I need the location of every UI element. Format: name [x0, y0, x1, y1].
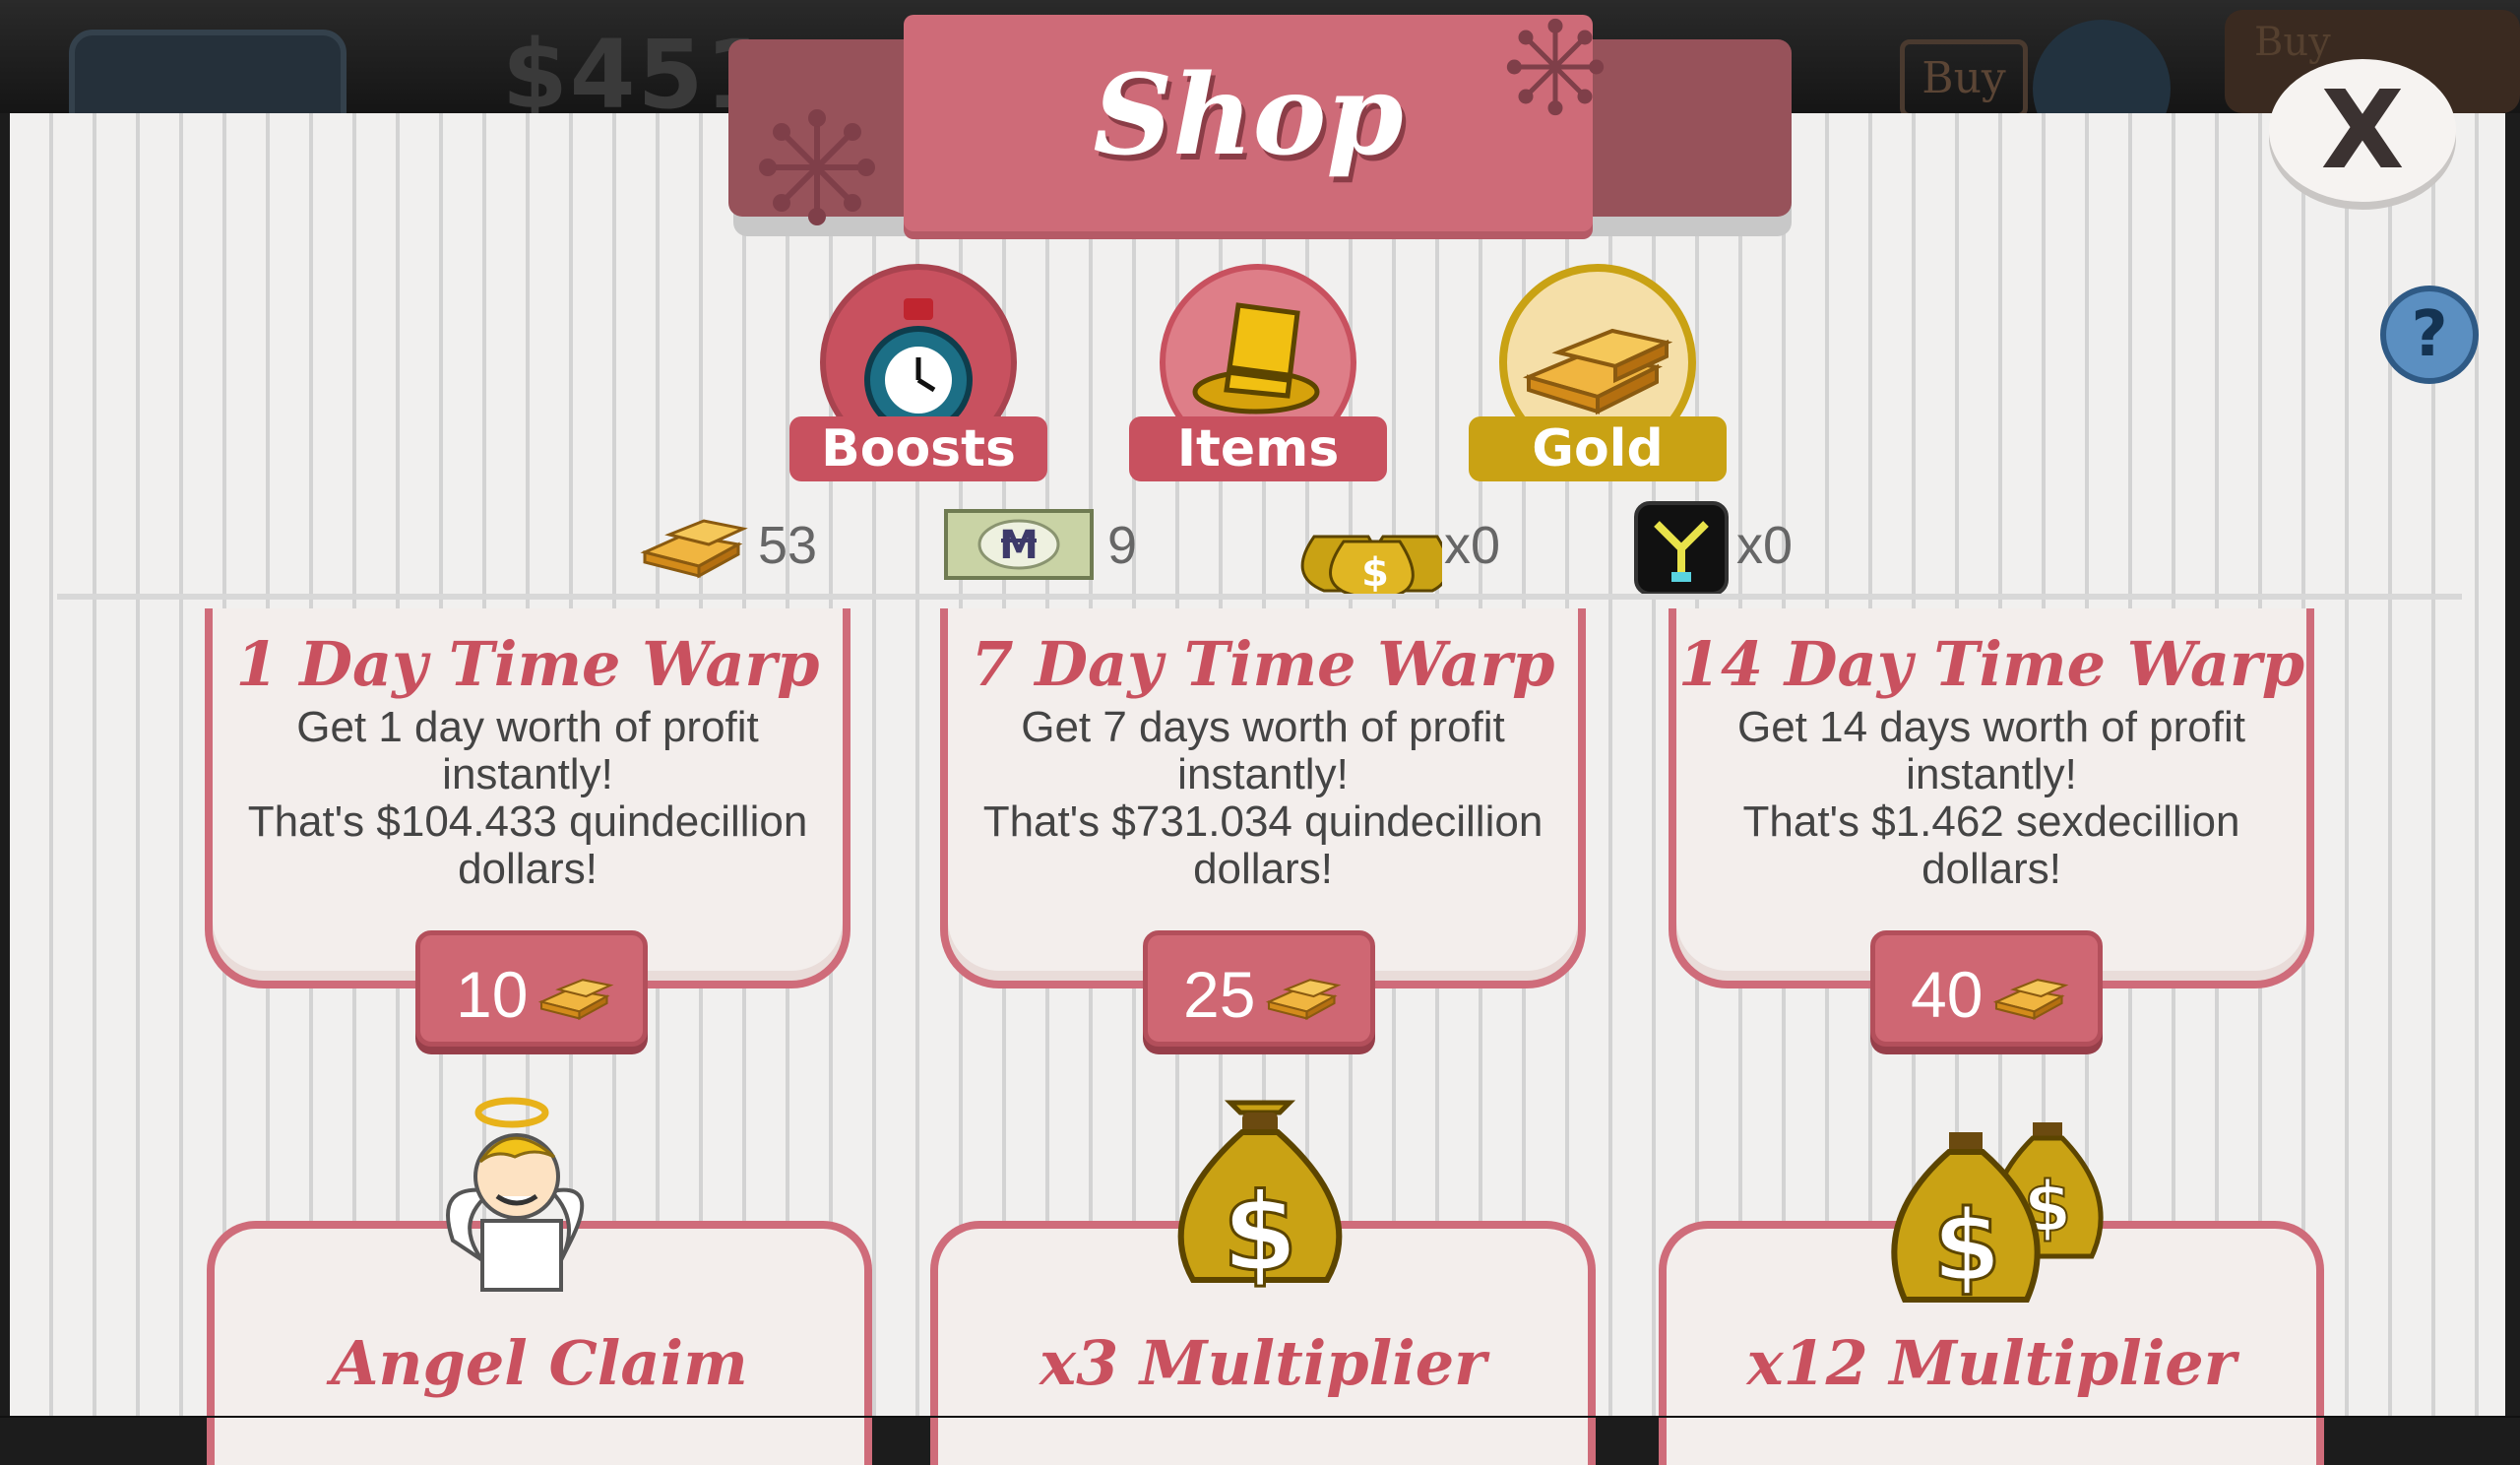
- two-money-bags-icon: $ $: [1891, 1122, 2104, 1306]
- gold-bars-icon: [640, 519, 748, 579]
- megabucks-bill-icon: M: [944, 509, 1094, 580]
- background-buy-button: Buy: [1900, 39, 2028, 113]
- tab-items[interactable]: Items: [1129, 264, 1387, 481]
- svg-text:$: $: [1223, 1170, 1298, 1296]
- offer-title: x12 Multiplier: [1746, 1327, 2236, 1399]
- svg-text:$: $: [1932, 1188, 2001, 1304]
- buy-1-day-button[interactable]: 10: [415, 930, 648, 1047]
- offer-desc-line: Get 1 day worth of profit: [296, 703, 759, 751]
- background-newspaper-icon: [2033, 20, 2171, 113]
- shop-divider: [57, 594, 2462, 600]
- shop-title: Shop: [1093, 51, 1404, 180]
- offer-desc-line: dollars!: [1193, 845, 1333, 893]
- svg-text:$: $: [1361, 550, 1389, 596]
- offer-title: 14 Day Time Warp: [1677, 628, 2305, 700]
- currency-money-bags: $ x0: [1285, 497, 1501, 596]
- svg-text:M: M: [999, 523, 1039, 568]
- currency-flux: x0: [1632, 497, 1809, 596]
- price-value: 25: [1183, 958, 1256, 1031]
- tab-gold[interactable]: Gold: [1469, 264, 1727, 481]
- offer-desc-line: Get 14 days worth of profit: [1736, 703, 2246, 751]
- money-bags-count: x0: [1444, 516, 1501, 575]
- buy-14-day-button[interactable]: 40: [1870, 930, 2103, 1047]
- tab-items-label: Items: [1129, 416, 1387, 481]
- offer-desc-line: instantly!: [1906, 750, 2077, 798]
- currency-gold: 53: [640, 497, 817, 596]
- background-logo: [69, 30, 346, 113]
- gold-bars-icon: [1992, 979, 2069, 1021]
- offer-desc-line: That's $104.433 quindecillion: [247, 797, 808, 846]
- tab-boosts-label: Boosts: [789, 416, 1047, 481]
- snowflake-icon: [1506, 18, 1605, 116]
- offer-desc-line: dollars!: [1922, 845, 2061, 893]
- money-bags-icon: $: [1300, 535, 1442, 596]
- currency-megabucks: M 9: [942, 497, 1139, 596]
- offer-description: Get 14 days worth of profit instantly! T…: [1696, 704, 2287, 893]
- offer-title: 7 Day Time Warp: [971, 628, 1555, 700]
- gold-count: 53: [758, 516, 818, 575]
- close-button[interactable]: X: [2269, 59, 2456, 202]
- snowflake-icon: [759, 109, 875, 225]
- angel-icon: [446, 1097, 585, 1292]
- flux-count: x0: [1736, 516, 1794, 575]
- price-value: 10: [456, 958, 529, 1031]
- megabucks-count: 9: [1107, 516, 1138, 575]
- gold-bars-icon: [537, 979, 614, 1021]
- gold-bars-icon: [1265, 979, 1342, 1021]
- offer-desc-line: That's $731.034 quindecillion: [982, 797, 1544, 846]
- offer-desc-line: dollars!: [458, 845, 598, 893]
- money-bag-icon: $: [1177, 1100, 1343, 1298]
- offer-title: 1 Day Time Warp: [235, 628, 820, 700]
- offer-description: Get 7 days worth of profit instantly! Th…: [968, 704, 1558, 893]
- offer-description: Get 1 day worth of profit instantly! Tha…: [232, 704, 823, 893]
- offer-desc-line: instantly!: [1177, 750, 1349, 798]
- help-button[interactable]: ?: [2380, 286, 2479, 384]
- offer-desc-line: Get 7 days worth of profit: [1021, 703, 1505, 751]
- offer-title: x3 Multiplier: [1040, 1327, 1486, 1399]
- tab-boosts[interactable]: Boosts: [789, 264, 1047, 481]
- tab-gold-label: Gold: [1469, 416, 1727, 481]
- price-value: 40: [1911, 958, 1984, 1031]
- offer-title: Angel Claim: [331, 1327, 748, 1399]
- offer-desc-line: instantly!: [442, 750, 613, 798]
- buy-7-day-button[interactable]: 25: [1143, 930, 1375, 1047]
- offer-desc-line: That's $1.462 sexdecillion: [1742, 797, 2240, 846]
- flux-capacitor-icon: [1634, 501, 1729, 596]
